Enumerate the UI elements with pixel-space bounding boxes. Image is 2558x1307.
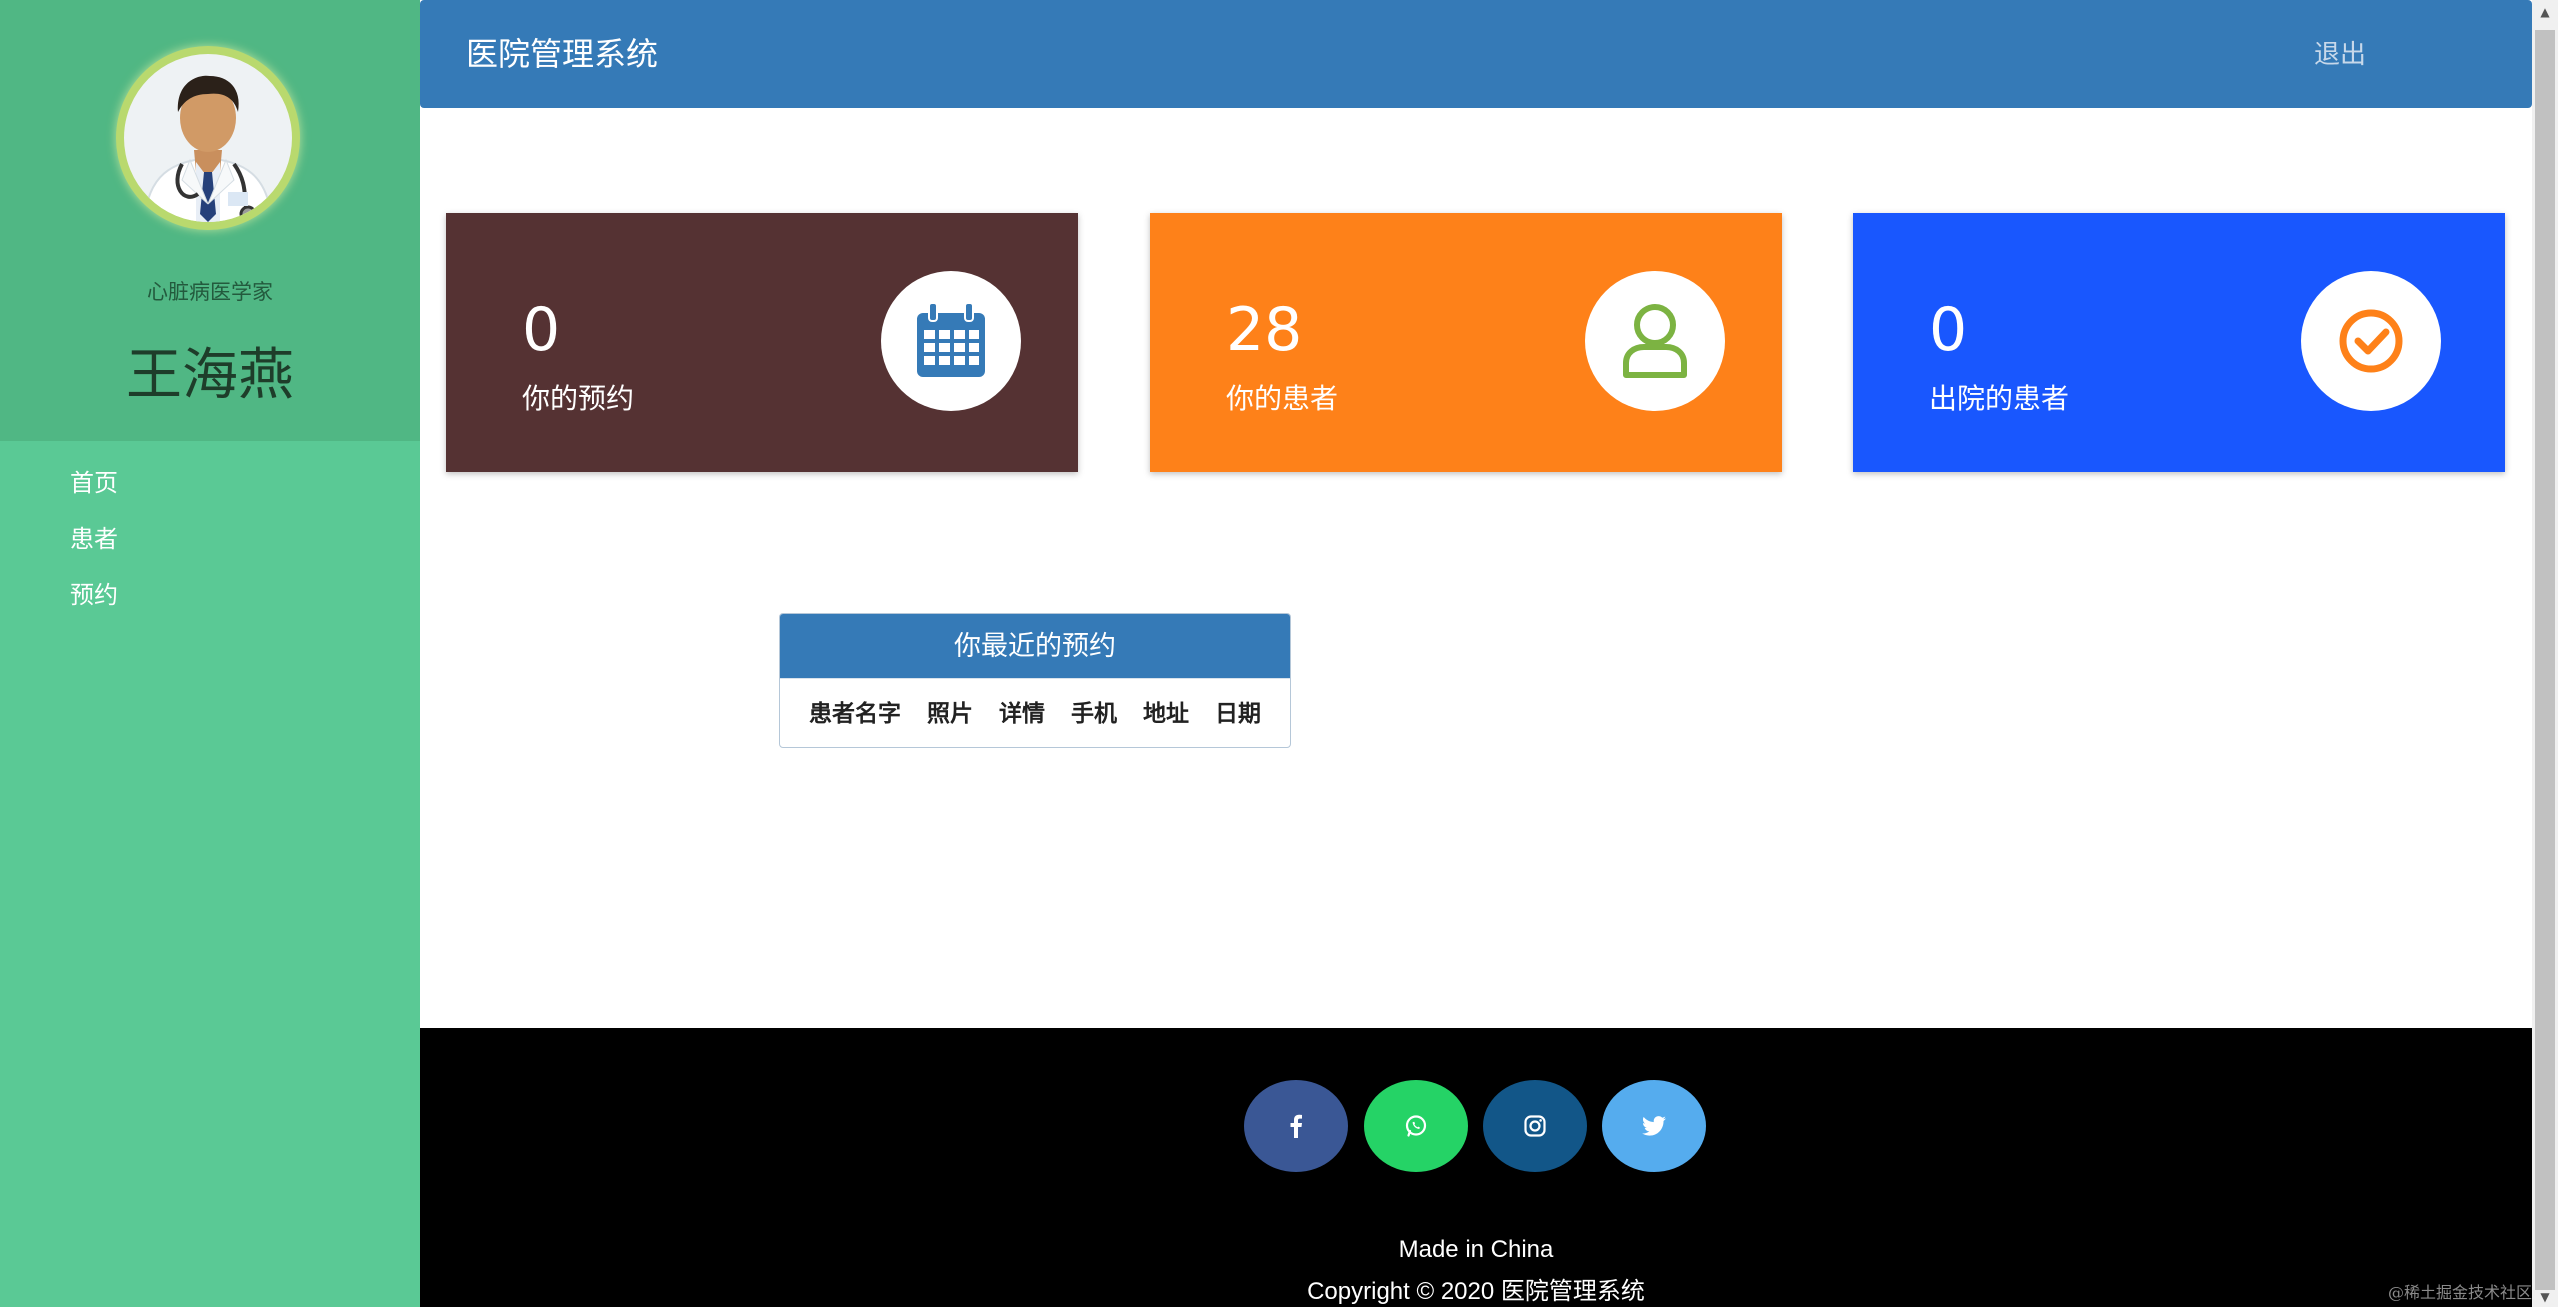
top-header: 医院管理系统 退出 — [420, 0, 2532, 108]
nav-item-appointments[interactable]: 预约 — [0, 570, 420, 626]
stat-card-appointments[interactable]: 0 你的预约 — [446, 213, 1078, 472]
whatsapp-icon[interactable] — [1364, 1080, 1468, 1172]
check-circle-icon — [2301, 271, 2441, 411]
doctor-specialty: 心脏病医学家 — [147, 280, 273, 304]
twitter-icon[interactable] — [1602, 1080, 1706, 1172]
stat-value: 28 — [1226, 295, 1303, 365]
column-header: 详情 — [999, 701, 1045, 727]
doctor-profile: 心脏病医学家 王海燕 — [0, 0, 420, 441]
stat-label: 你的预约 — [522, 382, 635, 415]
recent-appointments-title: 你最近的预约 — [780, 614, 1290, 678]
stat-card-discharged[interactable]: 0 出院的患者 — [1853, 213, 2505, 472]
avatar-ring — [116, 46, 300, 230]
logout-link[interactable]: 退出 — [2314, 0, 2366, 110]
column-header: 照片 — [927, 701, 973, 727]
stat-label: 你的患者 — [1226, 382, 1339, 415]
column-header: 手机 — [1071, 701, 1117, 727]
nav-item-home[interactable]: 首页 — [0, 458, 420, 514]
app-title: 医院管理系统 — [466, 35, 659, 73]
user-icon — [1585, 271, 1725, 411]
stat-value: 0 — [522, 295, 561, 365]
calendar-icon — [881, 271, 1021, 411]
stat-value: 0 — [1929, 295, 1968, 365]
stat-label: 出院的患者 — [1929, 382, 2070, 415]
instagram-icon[interactable] — [1483, 1080, 1587, 1172]
stat-card-patients[interactable]: 28 你的患者 — [1150, 213, 1782, 472]
scroll-up-arrow-icon[interactable]: ▲ — [2532, 2, 2558, 22]
table-header-row: 患者名字 照片 详情 手机 地址 日期 — [780, 678, 1290, 747]
recent-appointments-table: 你最近的预约 患者名字 照片 详情 手机 地址 日期 — [779, 613, 1291, 748]
column-header: 患者名字 — [809, 701, 901, 727]
doctor-name: 王海燕 — [126, 343, 294, 408]
watermark: @稀土掘金技术社区 — [2388, 1283, 2533, 1302]
sidebar: 心脏病医学家 王海燕 首页 患者 预约 — [0, 0, 420, 1307]
doctor-avatar — [124, 54, 292, 222]
nav-item-patients[interactable]: 患者 — [0, 514, 420, 570]
made-in-text: Made in China — [1398, 1236, 1554, 1263]
column-header: 日期 — [1215, 701, 1261, 727]
vertical-scrollbar[interactable]: ▲ ▼ — [2532, 0, 2558, 1307]
scrollbar-thumb[interactable] — [2535, 30, 2555, 1290]
sidebar-nav: 首页 患者 预约 — [0, 458, 420, 626]
footer: Made in China Copyright © 2020 医院管理系统 — [420, 1028, 2532, 1307]
copyright-text: Copyright © 2020 医院管理系统 — [1307, 1278, 1645, 1305]
scroll-down-arrow-icon[interactable]: ▼ — [2532, 1287, 2558, 1307]
facebook-icon[interactable] — [1244, 1080, 1348, 1172]
column-header: 地址 — [1143, 701, 1189, 727]
